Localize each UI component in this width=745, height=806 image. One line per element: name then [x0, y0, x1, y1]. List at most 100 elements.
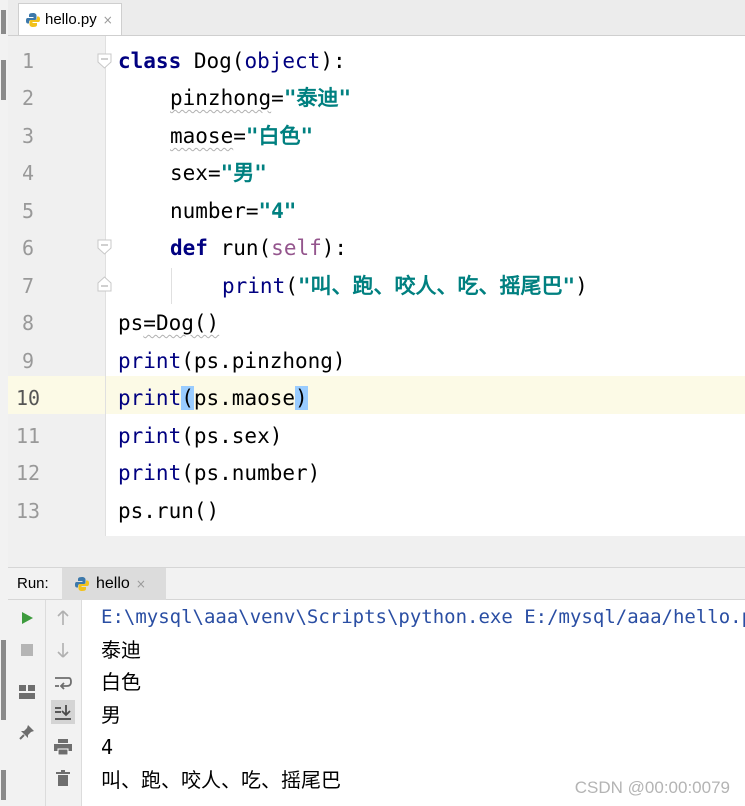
matched-paren-close: ) [295, 386, 308, 410]
console-output-line: 4 [101, 735, 114, 759]
matched-paren-open: ( [181, 386, 194, 410]
fold-end-icon[interactable] [96, 276, 113, 292]
identifier: number [170, 199, 246, 223]
operator: = [233, 124, 246, 148]
code-editor[interactable]: 1 2 3 4 5 6 7 8 9 10 11 12 13 class Dog(… [8, 36, 745, 536]
code-line-7: print("叫、跑、咬人、吃、摇尾巴") [222, 267, 588, 305]
favorites-tool-tab[interactable] [1, 640, 6, 720]
run-label: Run: [17, 575, 49, 592]
line-number: 12 [15, 461, 41, 485]
string-literal: "白色" [245, 124, 314, 148]
code-line-5: number="4" [170, 192, 296, 230]
paren-close: ): [320, 49, 346, 73]
operator: = [207, 161, 221, 185]
paren-open: ( [285, 274, 298, 298]
line-number-current: 10 [15, 386, 41, 410]
code-line-11: print(ps.sex) [118, 417, 282, 455]
code-line-10: print(ps.maose) [118, 379, 308, 417]
python-file-icon [25, 12, 41, 28]
operator: = [245, 199, 259, 223]
paren-close: ): [321, 236, 348, 260]
stop-icon[interactable] [15, 638, 39, 662]
identifier: ps [118, 311, 144, 335]
line-number: 13 [15, 499, 41, 523]
down-arrow-icon[interactable] [51, 638, 75, 662]
fold-class-icon[interactable] [96, 53, 113, 69]
expression: ps.run() [118, 499, 220, 523]
keyword-class: class [118, 49, 182, 73]
expression: =Dog() [143, 311, 220, 335]
code-line-8: ps=Dog() [118, 304, 219, 342]
function-name: run [207, 236, 259, 260]
watermark: CSDN @00:00:0079 [574, 778, 730, 797]
builtin-print: print [118, 386, 182, 410]
string-literal: "泰迪" [283, 86, 352, 110]
code-line-9: print(ps.pinzhong) [118, 342, 346, 380]
console-output-line: 叫、跑、咬人、吃、摇尾巴 [101, 768, 341, 792]
editor-bottom-area [8, 536, 745, 568]
console-output-line: 白色 [101, 670, 141, 694]
bottom-tool-tab[interactable] [1, 770, 6, 800]
run-tab-close-icon[interactable]: × [136, 577, 146, 591]
print-icon[interactable] [51, 735, 75, 759]
run-tab-label: hello [96, 575, 130, 592]
python-run-config-icon [74, 576, 90, 592]
string-literal: "男" [220, 161, 267, 185]
expression: (ps.number) [181, 461, 321, 485]
console-output-line: 男 [101, 703, 121, 727]
run-icon[interactable] [15, 606, 39, 630]
self-param: self [271, 236, 322, 260]
class-name: Dog [181, 49, 232, 73]
code-line-13: ps.run() [118, 492, 219, 530]
run-console: E:\mysql\aaa\venv\Scripts\python.exe E:/… [8, 600, 745, 806]
builtin-print: print [118, 424, 182, 448]
line-number: 11 [15, 424, 41, 448]
expression: ps.maose [193, 386, 296, 410]
expression: (ps.pinzhong) [181, 349, 346, 373]
project-tool-tab[interactable] [1, 10, 6, 34]
operator: = [271, 86, 284, 110]
run-actions-toolbar [8, 600, 46, 806]
base-class: object [244, 49, 321, 73]
up-arrow-icon[interactable] [51, 606, 75, 630]
fold-def-icon[interactable] [96, 239, 113, 255]
paren-open: ( [231, 49, 245, 73]
pin-icon[interactable] [15, 720, 39, 744]
line-number: 7 [21, 274, 35, 298]
identifier: maose [170, 124, 234, 148]
string-literal: "4" [258, 199, 297, 223]
soft-wrap-icon[interactable] [51, 671, 75, 695]
structure-tool-tab[interactable] [1, 60, 6, 100]
tab-close-icon[interactable]: × [103, 13, 113, 27]
line-number: 3 [21, 124, 35, 148]
tab-hello-py[interactable]: hello.py × [18, 3, 122, 35]
code-line-6: def run(self): [170, 229, 347, 267]
builtin-print: print [118, 349, 182, 373]
console-command-line: E:\mysql\aaa\venv\Scripts\python.exe E:/… [101, 606, 745, 628]
trash-icon[interactable] [51, 766, 75, 790]
code-line-12: print(ps.number) [118, 454, 320, 492]
run-toolbar: Run: hello × [8, 568, 745, 600]
scroll-to-end-icon[interactable] [51, 700, 75, 724]
code-line-2: pinzhong="泰迪" [170, 79, 351, 117]
line-number: 2 [21, 86, 35, 110]
indent-guide [171, 268, 172, 304]
line-number: 9 [21, 349, 35, 373]
builtin-print: print [118, 461, 182, 485]
string-literal: "叫、跑、咬人、吃、摇尾巴" [297, 274, 576, 298]
line-number: 6 [21, 236, 35, 260]
code-line-4: sex="男" [170, 154, 267, 192]
identifier: sex [170, 161, 208, 185]
code-line-1: class Dog(object): [118, 42, 346, 80]
editor-tab-bar: hello.py × [8, 0, 745, 36]
layout-icon[interactable] [15, 680, 39, 704]
console-actions-toolbar [46, 600, 82, 806]
builtin-print: print [222, 274, 286, 298]
keyword-def: def [170, 236, 208, 260]
line-number: 4 [21, 161, 35, 185]
identifier: pinzhong [170, 86, 272, 110]
code-line-3: maose="白色" [170, 117, 313, 155]
tab-filename: hello.py [45, 11, 97, 28]
line-number: 1 [21, 49, 35, 73]
run-tab-hello[interactable]: hello × [62, 568, 166, 600]
